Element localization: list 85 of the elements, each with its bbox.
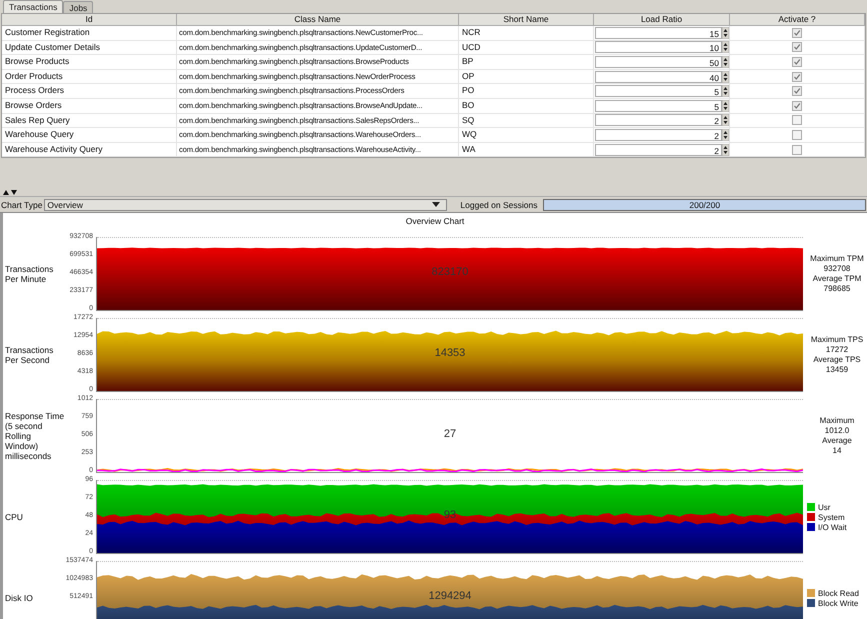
chart-type-label: Chart Type — [1, 200, 42, 210]
checkbox[interactable] — [792, 72, 802, 82]
table-cell: OP — [459, 70, 594, 84]
table-cell: Customer Registration — [2, 26, 177, 41]
stat-text: Maximum — [820, 416, 854, 426]
stat-text: Maximum TPS — [810, 335, 864, 346]
tab[interactable]: Transactions — [3, 0, 64, 13]
spinner-field[interactable]: 5 — [595, 100, 722, 112]
table-cell: SQ — [459, 114, 594, 128]
stat-text: 932708 — [824, 264, 850, 274]
column-header[interactable]: Activate ? — [730, 14, 865, 26]
checkbox[interactable] — [792, 115, 802, 126]
checkbox[interactable] — [792, 28, 802, 38]
legend-label: I/O Wait — [818, 522, 847, 532]
stat-text: 14 — [832, 446, 842, 456]
legend-label: Usr — [818, 502, 830, 512]
panel-label: Response Time (5 second Rolling Window) milliseconds — [4, 411, 65, 462]
progress-value: 200/200 — [688, 200, 722, 210]
spinner-field[interactable]: 5 — [595, 85, 722, 98]
checkbox[interactable] — [792, 42, 802, 52]
spinner-arrows-icon[interactable] — [722, 100, 729, 112]
table-cell: WQ — [459, 128, 594, 143]
spinner-field[interactable]: 50 — [595, 56, 722, 68]
sessions-label: Logged on Sessions — [460, 200, 538, 210]
stat-text: 17272 — [826, 345, 848, 356]
tab[interactable]: Jobs — [63, 1, 94, 13]
spinner-arrows-icon[interactable] — [722, 85, 729, 98]
checkbox[interactable] — [792, 86, 802, 96]
legend-label: Block Write — [818, 598, 858, 608]
spinner-field[interactable]: 2 — [595, 114, 722, 126]
caret-icon — [432, 202, 440, 208]
table-cell: Warehouse Query — [2, 128, 177, 143]
table-cell: BO — [459, 98, 594, 114]
stat-text: Maximum TPM — [810, 254, 864, 264]
panel-label: Transactions Per Second — [4, 345, 54, 366]
checkbox[interactable] — [792, 56, 802, 67]
column-header[interactable]: Id — [2, 14, 177, 26]
stat-text: Average TPM — [812, 274, 862, 284]
stat-text: Average — [822, 436, 852, 446]
table-cell: Browse Products — [2, 55, 177, 70]
table-cell: Warehouse Activity Query — [2, 142, 177, 158]
current-value: 823170 — [432, 266, 468, 278]
stat-text: 798685 — [824, 284, 850, 294]
spinner-field[interactable]: 10 — [595, 41, 722, 54]
checkbox[interactable] — [792, 130, 802, 140]
table-cell: PO — [459, 84, 594, 99]
stat-text: Average TPS — [813, 355, 861, 366]
table-cell: Sales Rep Query — [2, 114, 177, 128]
current-value: 14353 — [434, 347, 466, 360]
chart-title: Overview Chart — [404, 215, 466, 228]
spinner-arrows-icon[interactable] — [722, 26, 729, 39]
table-cell: BP — [459, 55, 594, 70]
panel-label: CPU — [4, 512, 24, 522]
table-cell: Order Products — [2, 70, 177, 84]
legend-label: System — [818, 512, 845, 522]
table-cell: Update Customer Details — [2, 40, 177, 56]
legend-label: Block Read — [818, 588, 859, 598]
chart-type-dropdown[interactable]: Overview — [44, 198, 448, 211]
spinner-arrows-icon[interactable] — [722, 41, 729, 54]
split-arrows-icon[interactable] — [3, 190, 17, 196]
current-value: 27 — [444, 428, 456, 440]
stat-text: 13459 — [826, 365, 848, 376]
panel-label: Transactions Per Minute — [4, 264, 54, 284]
current-value: 1294294 — [428, 590, 472, 602]
spinner-field[interactable]: 15 — [595, 26, 722, 39]
spinner-arrows-icon[interactable] — [722, 128, 729, 141]
table-cell: WA — [459, 142, 594, 158]
panel-label: Disk IO — [4, 593, 34, 604]
column-header[interactable]: Class Name — [177, 14, 459, 26]
column-header[interactable]: Short Name — [459, 14, 594, 26]
table-cell: UCD — [459, 40, 594, 56]
spinner-arrows-icon[interactable] — [722, 56, 729, 68]
table-cell: NCR — [459, 26, 594, 41]
stat-text: 1012.0 — [824, 426, 850, 436]
spinner-arrows-icon[interactable] — [722, 114, 729, 126]
table-cell: Process Orders — [2, 84, 177, 99]
spinner-field[interactable]: 2 — [595, 128, 722, 141]
spinner-arrows-icon[interactable] — [722, 70, 729, 83]
spinner-arrows-icon[interactable] — [722, 144, 729, 156]
spinner-field[interactable]: 40 — [595, 70, 722, 83]
column-header[interactable]: Load Ratio — [594, 14, 730, 26]
table-cell: Browse Orders — [2, 98, 177, 114]
checkbox[interactable] — [792, 100, 802, 111]
checkbox[interactable] — [792, 144, 802, 155]
spinner-field[interactable]: 2 — [595, 144, 722, 156]
